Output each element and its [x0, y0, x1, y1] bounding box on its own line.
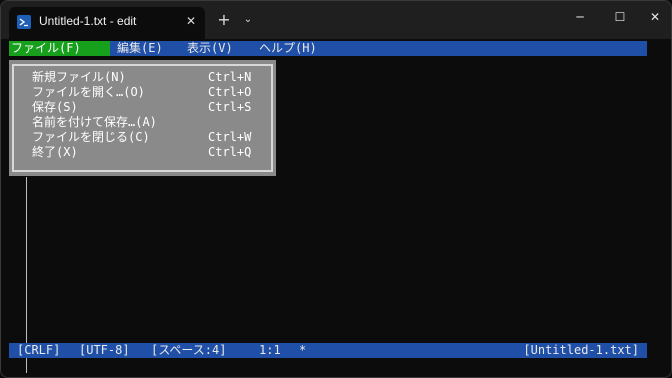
indent-status[interactable]: [スペース:4] — [151, 343, 226, 358]
cursor-position: 1:1 — [259, 343, 281, 357]
menu-item-label: 保存(S) — [32, 100, 78, 114]
menu-item-label: ファイルを閉じる(C) — [32, 130, 150, 144]
menu-item-close-file[interactable]: ファイルを閉じる(C) Ctrl+W — [32, 130, 262, 145]
title-bar: Untitled-1.txt - edit ✕ + ⌄ ─ ☐ ✕ — [1, 1, 671, 39]
menu-bar: ファイル(F) 編集(E) 表示(V) ヘルプ(H) — [9, 41, 647, 56]
new-tab-button[interactable]: + — [215, 11, 233, 29]
tab-dropdown-icon[interactable]: ⌄ — [239, 11, 257, 29]
menu-item-shortcut: Ctrl+W — [208, 130, 252, 144]
terminal-window: Untitled-1.txt - edit ✕ + ⌄ ─ ☐ ✕ ファイル(F… — [0, 0, 672, 378]
menu-item-save[interactable]: 保存(S) Ctrl+S — [32, 100, 262, 115]
terminal-area[interactable]: ファイル(F) 編集(E) 表示(V) ヘルプ(H) 新規ファイル(N) Ctr… — [1, 39, 671, 377]
powershell-icon — [17, 15, 31, 29]
tab-untitled[interactable]: Untitled-1.txt - edit ✕ — [9, 7, 205, 39]
menu-item-open-file[interactable]: ファイルを開く…(O) Ctrl+O — [32, 85, 262, 100]
menu-item-shortcut: Ctrl+O — [208, 85, 252, 99]
encoding-status[interactable]: [UTF-8] — [79, 343, 130, 358]
status-bar: [CRLF] [UTF-8] [スペース:4] 1:1 * [Untitled-… — [9, 343, 647, 358]
menu-help[interactable]: ヘルプ(H) — [257, 41, 319, 56]
menu-item-label: ファイルを開く…(O) — [32, 85, 145, 99]
menu-item-label: 新規ファイル(N) — [32, 70, 126, 84]
line-ending-status[interactable]: [CRLF] — [17, 343, 60, 358]
menu-item-label: 名前を付けて保存…(A) — [32, 115, 157, 129]
file-menu-dropdown: 新規ファイル(N) Ctrl+N ファイルを開く…(O) Ctrl+O 保存(S… — [9, 60, 276, 176]
menu-file[interactable]: ファイル(F) — [9, 41, 110, 56]
close-button[interactable]: ✕ — [637, 1, 671, 33]
menu-view[interactable]: 表示(V) — [185, 41, 235, 56]
menu-item-exit[interactable]: 終了(X) Ctrl+Q — [32, 145, 262, 160]
menu-item-save-as[interactable]: 名前を付けて保存…(A) — [32, 115, 262, 130]
tab-close-icon[interactable]: ✕ — [183, 13, 199, 29]
menu-edit[interactable]: 編集(E) — [115, 41, 165, 56]
modified-indicator: * — [299, 343, 307, 357]
file-menu-border: 新規ファイル(N) Ctrl+N ファイルを開く…(O) Ctrl+O 保存(S… — [12, 64, 273, 172]
filename-status: [Untitled-1.txt] — [523, 343, 639, 357]
menu-item-shortcut: Ctrl+S — [208, 100, 252, 114]
menu-item-label: 終了(X) — [32, 145, 78, 159]
menu-item-shortcut: Ctrl+Q — [208, 145, 252, 159]
menu-item-shortcut: Ctrl+N — [208, 70, 252, 84]
menu-item-new-file[interactable]: 新規ファイル(N) Ctrl+N — [32, 70, 262, 85]
tab-title: Untitled-1.txt - edit — [39, 14, 137, 28]
